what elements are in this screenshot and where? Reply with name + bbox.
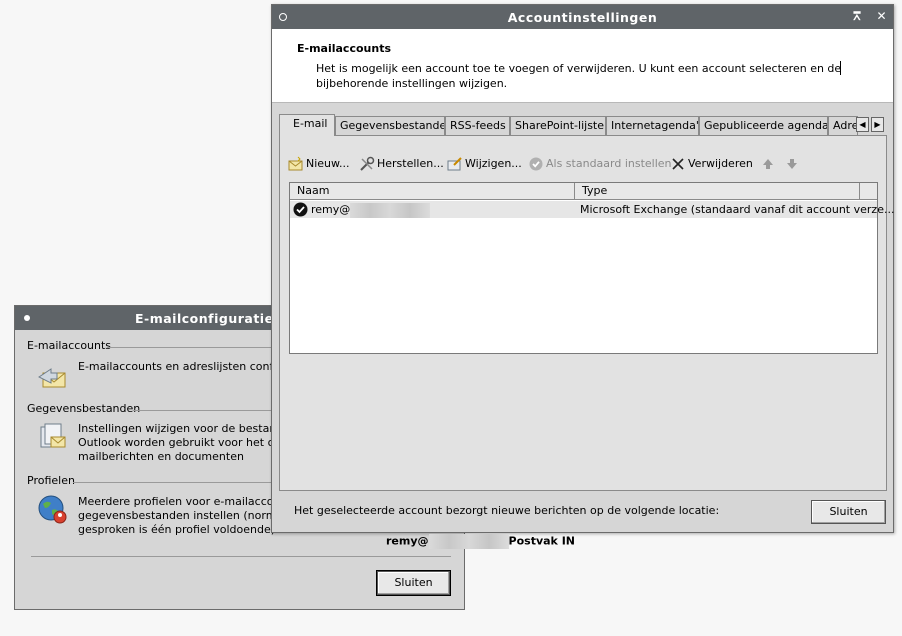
header-panel: E-mailaccounts Het is mogelijk een accou… bbox=[272, 29, 893, 103]
tab-data-files[interactable]: Gegevensbestanden bbox=[335, 116, 445, 135]
change-settings-icon bbox=[447, 156, 463, 172]
delivery-location-label: Het geselecteerde account bezorgt nieuwe… bbox=[294, 504, 720, 517]
arrow-up-icon bbox=[760, 156, 776, 172]
repair-label: Herstellen... bbox=[377, 157, 444, 170]
default-account-check-icon bbox=[293, 202, 308, 217]
account-type: Microsoft Exchange (standaard vanaf dit … bbox=[580, 203, 895, 216]
tab-sharepoint-lists[interactable]: SharePoint-lijsten bbox=[510, 116, 606, 135]
redacted-address bbox=[350, 202, 431, 218]
account-list[interactable]: Naam Type remy@ Microsoft Exchange (stan… bbox=[289, 182, 894, 354]
check-circle-icon bbox=[528, 156, 544, 172]
email-accounts-icon[interactable] bbox=[37, 361, 69, 393]
close-icon[interactable]: ✕ bbox=[876, 9, 887, 23]
redacted-address bbox=[428, 534, 509, 549]
email-tab-panel: Nieuw... Herstellen... Wijzigen... Als s… bbox=[279, 135, 894, 549]
header-description: Het is mogelijk een account toe te voege… bbox=[316, 62, 842, 90]
tab-rss-feeds[interactable]: RSS-feeds bbox=[445, 116, 510, 135]
tab-published-calendars[interactable]: Gepubliceerde agenda's bbox=[699, 116, 828, 135]
change-button[interactable]: Wijzigen... bbox=[447, 155, 522, 173]
location-suffix: Postvak IN bbox=[508, 534, 575, 548]
column-header-filler bbox=[860, 183, 877, 200]
tab-scroll-left-icon[interactable]: ◀ bbox=[856, 117, 869, 132]
close-button[interactable]: Sluiten bbox=[376, 570, 451, 596]
new-button[interactable]: Nieuw... bbox=[288, 155, 350, 173]
section-text[interactable]: Meerdere profielen voor e-mailaccounts g… bbox=[78, 495, 297, 537]
repair-tools-icon bbox=[359, 156, 375, 172]
bottom-separator bbox=[31, 556, 451, 557]
window-title: Accountinstellingen bbox=[507, 10, 658, 25]
tab-email[interactable]: E-mail bbox=[279, 114, 335, 136]
tab-address-books[interactable]: Adre bbox=[828, 116, 858, 135]
close-button[interactable]: Sluiten bbox=[811, 500, 886, 524]
column-header-name[interactable]: Naam bbox=[290, 183, 575, 200]
new-account-icon bbox=[288, 156, 304, 172]
tab-internet-calendars[interactable]: Internetagenda's bbox=[606, 116, 699, 135]
tab-scroll-right-icon[interactable]: ▶ bbox=[871, 117, 884, 132]
set-default-label: Als standaard instellen bbox=[546, 157, 672, 170]
header-title: E-mailaccounts bbox=[297, 42, 391, 55]
section-text[interactable]: E-mailaccounts en adreslijsten configure bbox=[78, 360, 301, 374]
account-settings-window: Accountinstellingen ⩞ ✕ E-mailaccounts H… bbox=[271, 4, 894, 549]
delete-x-icon bbox=[670, 156, 686, 172]
move-up-button[interactable] bbox=[760, 155, 778, 173]
move-down-button[interactable] bbox=[784, 155, 802, 173]
account-name: remy@ bbox=[311, 201, 431, 218]
section-heading: E-mailaccounts bbox=[27, 339, 116, 352]
column-header-type[interactable]: Type bbox=[575, 183, 860, 200]
delivery-location: remy@ Postvak IN bbox=[386, 534, 575, 549]
account-settings-titlebar[interactable]: Accountinstellingen ⩞ ✕ bbox=[272, 5, 893, 29]
section-text[interactable]: Instellingen wijzigen voor de bestanden … bbox=[78, 422, 297, 464]
arrow-down-icon bbox=[784, 156, 800, 172]
table-row[interactable]: remy@ Microsoft Exchange (standaard vana… bbox=[290, 201, 894, 218]
repair-button[interactable]: Herstellen... bbox=[359, 155, 444, 173]
tab-bar: E-mail Gegevensbestanden RSS-feeds Share… bbox=[279, 114, 885, 136]
section-heading: Profielen bbox=[27, 474, 79, 487]
set-default-button[interactable]: Als standaard instellen bbox=[528, 155, 672, 173]
profiles-icon[interactable] bbox=[37, 494, 69, 526]
data-files-icon[interactable] bbox=[37, 421, 69, 453]
text-cursor bbox=[840, 61, 841, 75]
remove-button[interactable]: Verwijderen bbox=[670, 155, 753, 173]
remove-label: Verwijderen bbox=[688, 157, 753, 170]
section-heading: Gegevensbestanden bbox=[27, 402, 145, 415]
account-name-text: remy@ bbox=[311, 203, 351, 216]
window-menu-icon[interactable] bbox=[24, 315, 30, 321]
change-label: Wijzigen... bbox=[465, 157, 522, 170]
new-label: Nieuw... bbox=[306, 157, 350, 170]
location-prefix: remy@ bbox=[386, 534, 429, 548]
pin-icon[interactable]: ⩞ bbox=[853, 9, 861, 24]
